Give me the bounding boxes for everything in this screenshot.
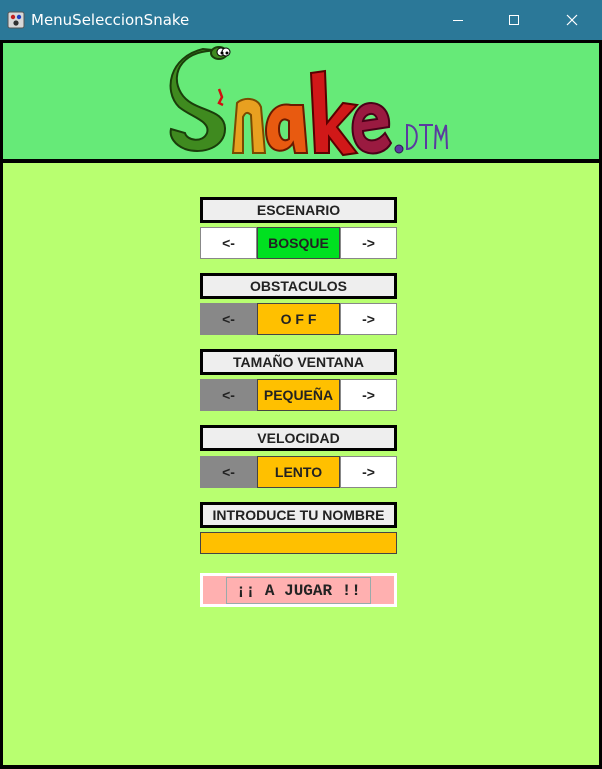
window-size-prev-button[interactable]: <- <box>200 379 257 411</box>
window-size-next-button[interactable]: -> <box>340 379 397 411</box>
name-label: INTRODUCE TU NOMBRE <box>200 502 397 528</box>
window-size-label: TAMAÑO VENTANA <box>200 349 397 375</box>
maximize-button[interactable] <box>486 0 542 40</box>
app-icon <box>7 11 25 29</box>
scenario-prev-button[interactable]: <- <box>200 227 257 259</box>
speed-prev-button[interactable]: <- <box>200 456 257 488</box>
speed-selector: <- LENTO -> <box>200 456 397 488</box>
scenario-label: ESCENARIO <box>200 197 397 223</box>
obstacles-prev-button[interactable]: <- <box>200 303 257 335</box>
maximize-icon <box>509 15 519 25</box>
obstacles-value: O F F <box>257 303 340 335</box>
speed-next-button[interactable]: -> <box>340 456 397 488</box>
scenario-value: BOSQUE <box>257 227 340 259</box>
play-button-frame: ¡¡ A JUGAR !! <box>200 573 397 607</box>
obstacles-label: OBSTACULOS <box>200 273 397 299</box>
scenario-next-button[interactable]: -> <box>340 227 397 259</box>
minimize-icon <box>453 20 463 21</box>
obstacles-next-button[interactable]: -> <box>340 303 397 335</box>
scenario-selector: <- BOSQUE -> <box>200 227 397 259</box>
speed-value: LENTO <box>257 456 340 488</box>
banner <box>3 43 599 159</box>
play-button[interactable]: ¡¡ A JUGAR !! <box>226 577 371 604</box>
name-input[interactable] <box>200 532 397 554</box>
speed-label: VELOCIDAD <box>200 425 397 451</box>
title-bar: MenuSeleccionSnake <box>0 0 602 40</box>
window-size-selector: <- PEQUEÑA -> <box>200 379 397 411</box>
close-icon <box>566 14 578 26</box>
window-size-value: PEQUEÑA <box>257 379 340 411</box>
obstacles-selector: <- O F F -> <box>200 303 397 335</box>
window-title: MenuSeleccionSnake <box>31 11 190 29</box>
snake-logo <box>169 46 448 157</box>
minimize-button[interactable] <box>430 0 486 40</box>
close-button[interactable] <box>544 0 600 40</box>
